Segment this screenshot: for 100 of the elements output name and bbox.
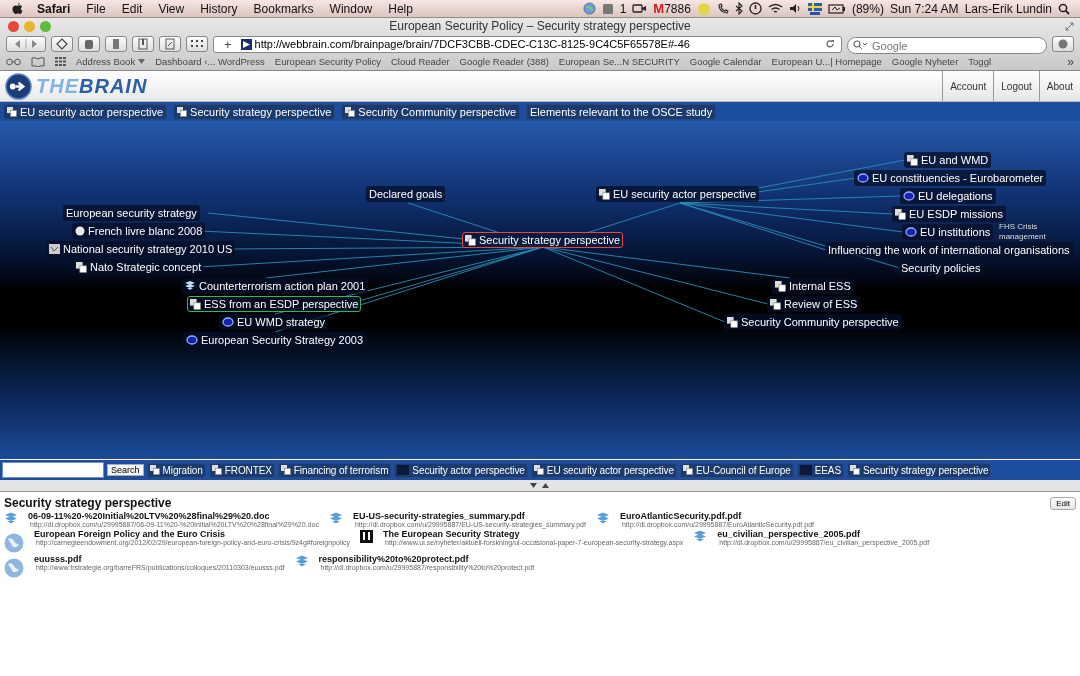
search-field[interactable] (2, 462, 104, 478)
thought-node[interactable]: EU security actor perspective (596, 186, 760, 202)
thought-node[interactable]: EU and WMD (904, 152, 992, 168)
attachment-link[interactable]: EuroAtlanticSecurity.pdf.pdf (619, 511, 814, 521)
search-icon[interactable] (1058, 2, 1070, 15)
camera-icon[interactable] (632, 3, 648, 14)
search-field[interactable]: Google (847, 37, 1047, 54)
flag-icon[interactable] (807, 2, 822, 15)
more-bookmarks-button[interactable]: » (1067, 54, 1074, 69)
thought-node[interactable]: ESS from an ESDP perspective (187, 296, 362, 312)
menu-item[interactable]: File (86, 1, 106, 16)
menu-item[interactable]: Edit (121, 1, 143, 16)
edit-button[interactable]: Edit (1050, 496, 1076, 510)
pin-tab[interactable]: Security actor perspective (394, 462, 528, 478)
menu-item[interactable]: View (158, 1, 185, 16)
apple-icon[interactable] (12, 2, 23, 15)
bookmark-item[interactable]: Dashboard ‹... WordPress (155, 56, 265, 67)
bookmark-item[interactable]: Google Reader (388) (459, 56, 549, 67)
attachment-link[interactable]: responsibility%20to%20protect.pdf (318, 554, 535, 564)
clock-icon[interactable] (748, 2, 762, 15)
attachment-link[interactable]: 06-09-11%20-%20Initial%20LTV%20%28final%29%20.doc (28, 511, 319, 521)
box-icon[interactable] (595, 512, 610, 525)
grid-icon-button[interactable] (186, 36, 208, 52)
thought-node[interactable]: Review of ESS (767, 296, 861, 312)
attachment-link[interactable]: euusss.pdf (34, 554, 285, 564)
thought-node[interactable]: EU delegations (900, 188, 996, 204)
thought-node[interactable]: European Security Strategy 2003 (183, 332, 367, 348)
user-name[interactable]: Lars-Erik Lundin (964, 1, 1052, 16)
pin-tab[interactable]: EU security actor perspective (3, 103, 168, 120)
reload-icon[interactable] (825, 39, 835, 49)
brain-logo-icon[interactable] (5, 72, 32, 100)
menu-item[interactable]: Help (388, 1, 413, 16)
pin-tab[interactable]: EEAS (796, 462, 844, 478)
box-icon[interactable] (328, 512, 343, 525)
pin-tab[interactable]: EU security actor perspective (530, 462, 677, 478)
brand-name[interactable]: THEBRAIN (36, 74, 148, 98)
pin-tab[interactable]: FRONTEX (208, 462, 275, 478)
add-bookmark-button[interactable]: + (224, 36, 232, 52)
glasses-icon[interactable] (6, 57, 21, 66)
pin-tab[interactable]: Financing of terrorism (277, 462, 392, 478)
thought-node[interactable]: EU constituencies - Eurobarometer (854, 170, 1047, 186)
bookmark-item[interactable]: Toggl (968, 56, 992, 67)
bookmark-item[interactable]: European U...| Homepage (771, 56, 882, 67)
attachment-link[interactable]: European Foreign Policy and the Euro Crisis (34, 529, 351, 539)
app-menu[interactable]: Safari (37, 1, 71, 16)
pin-tab[interactable]: Elements relevant to the OSCE study (526, 103, 717, 120)
pin-tab[interactable]: Migration (146, 462, 206, 478)
logo-icon[interactable] (360, 530, 374, 543)
globe-icon[interactable] (582, 2, 596, 15)
menu-clock[interactable]: Sun 7:24 AM (889, 1, 959, 16)
thought-node[interactable]: National security strategy 2010 US (46, 241, 236, 257)
bookmark-item[interactable]: Cloud Reader (390, 56, 450, 67)
box-icon[interactable] (4, 512, 18, 525)
phone-icon[interactable] (716, 2, 729, 15)
caret-icon[interactable] (138, 59, 146, 64)
thought-node[interactable]: EU WMD strategy (219, 314, 328, 330)
battery-percentage[interactable]: (89%) (851, 1, 884, 16)
bookmark-item[interactable]: Address Book (76, 56, 136, 67)
bookmarks-toolbar-button[interactable] (51, 36, 73, 52)
close-button[interactable] (8, 20, 19, 32)
thought-node[interactable]: Nato Strategic concept (73, 259, 205, 275)
box-icon[interactable] (601, 2, 614, 15)
thought-node[interactable]: EU institutions (902, 224, 994, 240)
attachment-link[interactable]: The European Security Strategy (383, 529, 684, 539)
attachment-link[interactable]: EU-US-security-strategies_summary.pdf (352, 511, 586, 521)
thought-node[interactable]: Counterterrorism action plan 2001 (181, 278, 369, 294)
downloads-button[interactable] (1052, 36, 1074, 52)
pin-tab[interactable]: Security strategy perspective (846, 462, 992, 478)
back-forward-button[interactable] (6, 36, 46, 52)
thought-node[interactable]: Declared goals (366, 186, 446, 202)
bluetooth-icon[interactable] (734, 2, 743, 15)
fullscreen-icon[interactable] (1065, 21, 1074, 31)
book-icon[interactable] (31, 56, 45, 67)
mail-counter[interactable]: M7886 (653, 1, 691, 16)
collapse-arrows-icon[interactable] (530, 482, 550, 489)
pin-tab[interactable]: EU-Council of Europe (679, 462, 794, 478)
thought-node[interactable]: Internal ESS (772, 278, 854, 294)
box-icon[interactable] (294, 555, 309, 568)
box-icon[interactable] (693, 530, 708, 543)
thought-node[interactable]: Security policies (898, 260, 984, 276)
speaker-icon[interactable] (788, 3, 802, 14)
thought-node[interactable]: European security strategy (63, 205, 200, 221)
menu-item[interactable]: Bookmarks (253, 1, 314, 16)
notification-count[interactable]: 1 (619, 1, 627, 16)
bookmark-icon-button[interactable] (132, 36, 154, 52)
thought-node[interactable]: Influencing the work of international organisations (825, 242, 1073, 258)
thought-node[interactable]: Security Community perspective (724, 314, 902, 330)
thought-node[interactable]: Security strategy perspective (462, 232, 624, 248)
bookmark-item[interactable]: European Se...N SECURITY (558, 56, 680, 67)
bookmark-item[interactable]: European Security Policy (274, 56, 381, 67)
address-field[interactable]: + http://webbrain.com/brainpage/brain/7DCF3CBB-CDEC-C13C-8125-9C4C5F65578E#-46 (213, 35, 842, 53)
bookmark-item[interactable]: Google Calendar (689, 56, 762, 67)
battery-icon[interactable] (827, 3, 846, 14)
wifi-icon[interactable] (767, 2, 783, 15)
pin-tab[interactable]: Security strategy perspective (173, 103, 336, 120)
menu-item[interactable]: History (200, 1, 238, 16)
thought-node[interactable]: EU ESDP missions (892, 206, 1006, 222)
menu-item[interactable]: Window (329, 1, 373, 16)
pin-tab[interactable]: Security Community perspective (341, 103, 521, 120)
thought-node[interactable]: French livre blanc 2008 (72, 223, 206, 239)
